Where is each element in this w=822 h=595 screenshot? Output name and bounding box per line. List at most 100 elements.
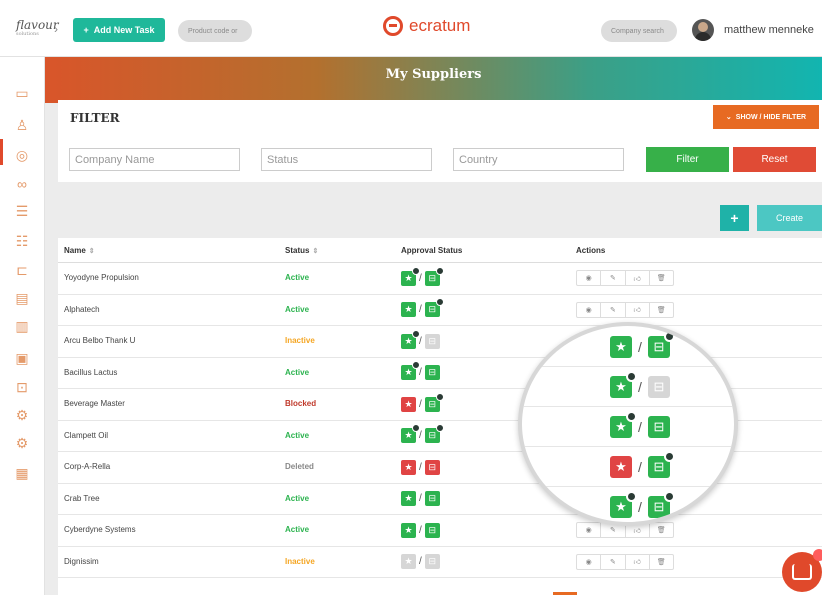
cart-approval-badge[interactable]: ⊟: [647, 451, 675, 478]
gear-icon[interactable]: ⚙: [13, 407, 31, 424]
report-icon[interactable]: ▦: [13, 465, 31, 482]
star-approval-badge[interactable]: ★: [610, 371, 637, 398]
monitor-icon[interactable]: ▭: [13, 85, 31, 102]
globe-icon[interactable]: ◎: [13, 147, 31, 164]
table-row: Alphatech Active ★ / ⊟ ◉ ✎ 👍︎ 🗑︎: [58, 295, 822, 326]
thumbs-up-icon[interactable]: 👍︎: [626, 554, 650, 569]
trash-icon[interactable]: 🗑︎: [650, 555, 673, 569]
star-approval-badge[interactable]: ★: [610, 491, 637, 518]
document-icon[interactable]: ▤: [13, 290, 31, 307]
supplier-name[interactable]: Corp-A-Rella: [64, 462, 110, 471]
table-row: Cyberdyne Systems Active ★ / ⊟ ◉ ✎ 👍︎ 🗑︎: [58, 515, 822, 547]
cart-approval-badge[interactable]: ⊟: [647, 376, 670, 398]
show-hide-filter-button[interactable]: ⌄ SHOW / HIDE FILTER: [713, 105, 819, 129]
star-approval-badge[interactable]: ★: [401, 396, 416, 412]
list-icon[interactable]: ☰: [13, 203, 31, 220]
supplier-name[interactable]: Arcu Belbo Thank U: [64, 336, 135, 345]
user-name[interactable]: matthew menneke: [724, 24, 814, 36]
cart-approval-badge[interactable]: ⊟: [424, 554, 440, 569]
status-text: Active: [285, 304, 310, 314]
company-search-input[interactable]: Company search: [601, 20, 677, 42]
notification-dot: [626, 411, 637, 422]
star-icon: ★: [404, 335, 413, 346]
trash-icon[interactable]: 🗑︎: [650, 271, 673, 285]
star-approval-badge[interactable]: ★: [401, 554, 416, 569]
cart-approval-badge[interactable]: ⊟: [424, 298, 444, 317]
cart-icon: ⊟: [428, 461, 437, 472]
supplier-name[interactable]: Yoyodyne Propulsion: [64, 273, 139, 282]
trash-icon[interactable]: 🗑︎: [650, 303, 673, 317]
cart-approval-badge[interactable]: ⊟: [424, 491, 440, 506]
eye-icon[interactable]: ◉: [577, 554, 602, 569]
invoice-icon[interactable]: ⊡: [13, 379, 31, 396]
star-approval-badge[interactable]: ★: [610, 336, 632, 358]
edit-icon[interactable]: ✎: [601, 271, 626, 285]
star-approval-badge[interactable]: ★: [610, 411, 637, 438]
reset-button[interactable]: Reset: [733, 147, 816, 172]
approval-status: ★ / ⊟: [401, 424, 444, 444]
magnifier-lens: ★ / ⊟ ★ / ⊟ ★ / ⊟ ★ / ⊟ ★ / ⊟: [518, 322, 738, 526]
cart-approval-badge[interactable]: ⊟: [424, 266, 444, 286]
network-icon[interactable]: ∞: [13, 175, 31, 192]
status-text: Active: [285, 273, 310, 282]
filter-button[interactable]: Filter: [646, 147, 729, 172]
cart-approval-badge[interactable]: ⊟: [424, 459, 440, 475]
brand-logo[interactable]: flavour solutions: [16, 18, 59, 37]
cart-approval-badge[interactable]: ⊟: [647, 491, 675, 518]
thumbs-up-icon[interactable]: 👍︎: [626, 271, 650, 285]
eye-icon[interactable]: ◉: [577, 523, 602, 537]
add-new-task-button[interactable]: + Add New Task: [73, 18, 165, 42]
status-input[interactable]: Status: [261, 148, 432, 171]
notification-dot: [412, 266, 420, 275]
trash-icon[interactable]: 🗑︎: [650, 523, 673, 537]
create-button[interactable]: Create: [757, 205, 822, 231]
company-name-input[interactable]: Company Name: [69, 148, 240, 171]
cart-icon: ⊟: [653, 379, 665, 394]
tree-list-icon[interactable]: ☷: [13, 233, 31, 250]
notification-dot: [435, 424, 444, 432]
star-approval-badge[interactable]: ★: [401, 459, 416, 475]
cart-approval-badge[interactable]: ⊟: [424, 333, 440, 349]
chat-bubbles-icon[interactable]: ⊏: [13, 262, 31, 279]
supplier-name[interactable]: Alphatech: [64, 305, 100, 314]
supplier-name[interactable]: Dignissim: [64, 557, 99, 566]
cart-approval-badge[interactable]: ⊟: [424, 424, 444, 443]
star-approval-badge[interactable]: ★: [401, 361, 420, 380]
add-supplier-button[interactable]: +: [720, 205, 749, 231]
country-input[interactable]: Country: [453, 148, 624, 171]
supplier-name[interactable]: Clampett Oil: [64, 431, 108, 440]
chevron-right-icon[interactable]: ›: [54, 22, 58, 36]
separator: /: [638, 379, 642, 395]
cart-approval-badge[interactable]: ⊟: [424, 365, 440, 380]
supplier-name[interactable]: Crab Tree: [64, 494, 100, 503]
supplier-name[interactable]: Bacillus Lactus: [64, 368, 117, 377]
users-icon[interactable]: ♙: [13, 117, 31, 134]
column-name[interactable]: Name ⇕: [64, 246, 95, 255]
settings-icon[interactable]: ⚙: [13, 435, 31, 452]
supplier-name[interactable]: Cyberdyne Systems: [64, 525, 136, 534]
user-avatar[interactable]: [692, 19, 714, 41]
eye-icon[interactable]: ◉: [577, 271, 602, 285]
cart-approval-badge[interactable]: ⊟: [424, 522, 440, 538]
star-approval-badge[interactable]: ★: [401, 424, 420, 443]
approval-status: ★ / ⊟: [401, 361, 440, 381]
edit-icon[interactable]: ✎: [601, 554, 626, 569]
calculator-icon[interactable]: ▣: [13, 350, 31, 367]
document-check-icon[interactable]: ▥: [13, 318, 31, 335]
thumbs-up-icon[interactable]: 👍︎: [626, 302, 650, 317]
supplier-name[interactable]: Beverage Master: [64, 399, 125, 408]
cart-approval-badge[interactable]: ⊟: [647, 331, 675, 358]
cart-approval-badge[interactable]: ⊟: [647, 416, 670, 438]
cart-icon: ⊟: [428, 304, 437, 314]
star-approval-badge[interactable]: ★: [401, 491, 416, 506]
star-approval-badge[interactable]: ★: [401, 302, 416, 317]
star-approval-badge[interactable]: ★: [401, 522, 416, 538]
star-approval-badge[interactable]: ★: [610, 456, 632, 478]
cart-approval-badge[interactable]: ⊟: [424, 392, 444, 412]
star-approval-badge[interactable]: ★: [401, 329, 420, 349]
product-code-input[interactable]: Product code or: [178, 20, 252, 42]
star-approval-badge[interactable]: ★: [401, 266, 420, 286]
edit-icon[interactable]: ✎: [601, 302, 626, 317]
eye-icon[interactable]: ◉: [577, 302, 602, 317]
column-status[interactable]: Status ⇕: [285, 246, 318, 255]
